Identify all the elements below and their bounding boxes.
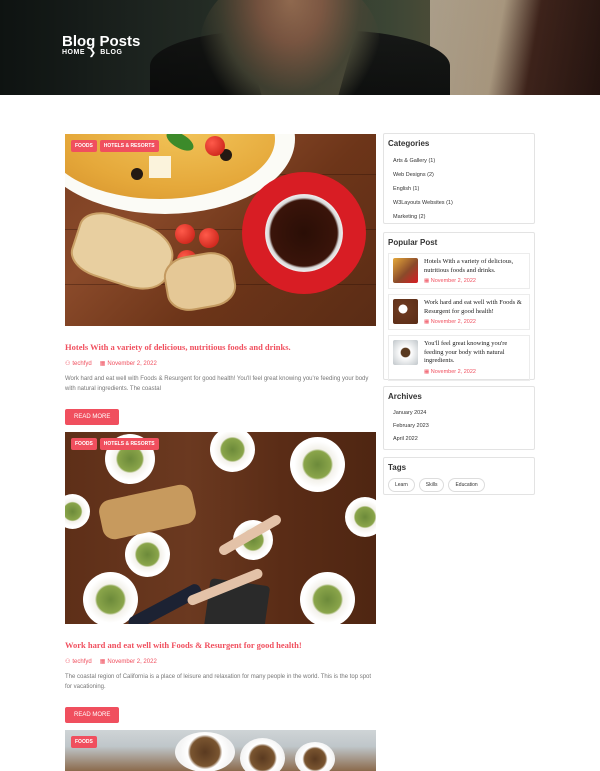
category-badge[interactable]: FOODS (71, 438, 97, 450)
category-link[interactable]: Marketing (2) (388, 210, 530, 224)
breadcrumb-home[interactable]: HOME (62, 49, 85, 56)
calendar-icon: ▦ (99, 361, 106, 367)
tag-pill[interactable]: Skills (418, 478, 445, 492)
post-image[interactable]: FOODS HOTELS & RESORTS (65, 432, 376, 624)
popular-post-item[interactable]: Hotels With a variety of delicious, nutr… (388, 253, 530, 289)
post-image[interactable]: FOODS HOTELS & RESORTS (65, 134, 376, 326)
popular-post-item[interactable]: You'll feel great knowing you're feeding… (388, 335, 530, 381)
popular-post-date: ▦ November 2, 2022 (424, 278, 476, 284)
popular-post-title[interactable]: Hotels With a variety of delicious, nutr… (424, 258, 525, 275)
tag-pill[interactable]: Education (448, 478, 485, 492)
breadcrumb: HOME ❯ BLOG (62, 48, 122, 57)
blog-post: FOODS HOTELS & RESORTS Hotels With a var… (65, 134, 376, 425)
blog-post: FOODS (65, 730, 376, 771)
chevron-right-icon: ❯ (89, 48, 97, 57)
category-badge[interactable]: HOTELS & RESORTS (99, 438, 159, 450)
popular-post-item[interactable]: Work hard and eat well with Foods & Resu… (388, 294, 530, 330)
popular-post-date: ▦ November 2, 2022 (424, 319, 476, 325)
tags-widget: Tags Learn Skills Education (383, 457, 535, 495)
category-badge[interactable]: FOODS (71, 736, 97, 748)
user-icon: ⚇ (65, 361, 71, 367)
calendar-icon: ▦ (424, 319, 431, 325)
widget-title: Tags (388, 463, 407, 472)
tag-pill[interactable]: Learn (388, 478, 415, 492)
popular-post-title[interactable]: Work hard and eat well with Foods & Resu… (424, 299, 525, 316)
calendar-icon: ▦ (424, 368, 431, 375)
read-more-button[interactable]: READ MORE (65, 409, 120, 425)
category-link[interactable]: English (1) (388, 182, 530, 196)
post-date: November 2, 2022 (107, 361, 157, 367)
category-link[interactable]: Web Designs (2) (388, 168, 530, 182)
popular-post-title[interactable]: You'll feel great knowing you're feeding… (424, 340, 525, 366)
category-link[interactable]: Arts & Gallery (1) (388, 154, 530, 168)
calendar-icon: ▦ (424, 278, 431, 284)
post-excerpt: Work hard and eat well with Foods & Resu… (65, 376, 369, 392)
widget-title: Popular Post (388, 238, 438, 247)
calendar-icon: ▦ (99, 659, 106, 665)
breadcrumb-current: BLOG (100, 49, 123, 56)
category-link[interactable]: W3Layouts Websites (1) (388, 196, 530, 210)
post-thumbnail[interactable] (393, 340, 418, 365)
post-thumbnail[interactable] (393, 299, 418, 324)
widget-title: Archives (388, 392, 422, 401)
post-author[interactable]: techfyd (72, 361, 91, 367)
post-author[interactable]: techfyd (72, 659, 91, 665)
post-title[interactable]: Hotels With a variety of delicious, nutr… (65, 342, 376, 352)
post-title[interactable]: Work hard and eat well with Foods & Resu… (65, 640, 376, 650)
post-thumbnail[interactable] (393, 258, 418, 283)
archive-link[interactable]: April 2022 (388, 433, 530, 446)
categories-widget: Categories Arts & Gallery (1) Web Design… (383, 133, 535, 224)
post-excerpt: The coastal region of California is a pl… (65, 674, 372, 690)
blog-post: FOODS HOTELS & RESORTS Work hard and eat… (65, 432, 376, 723)
category-badge[interactable]: HOTELS & RESORTS (99, 140, 159, 152)
category-badge[interactable]: FOODS (71, 140, 97, 152)
archives-widget: Archives January 2024 February 2023 Apri… (383, 386, 535, 450)
post-image[interactable]: FOODS (65, 730, 376, 771)
post-date: November 2, 2022 (107, 659, 157, 665)
archive-link[interactable]: February 2023 (388, 420, 530, 433)
widget-title: Categories (388, 139, 430, 148)
archive-link[interactable]: January 2024 (388, 407, 530, 420)
post-meta: ⚇ techfyd ▦ November 2, 2022 (65, 658, 376, 665)
read-more-button[interactable]: READ MORE (65, 707, 120, 723)
popular-post-date: ▦ November 2, 2022 (424, 368, 476, 375)
post-meta: ⚇ techfyd ▦ November 2, 2022 (65, 360, 376, 367)
hero-banner: Blog Posts HOME ❯ BLOG (0, 0, 600, 95)
popular-posts-widget: Popular Post Hotels With a variety of de… (383, 232, 535, 381)
user-icon: ⚇ (65, 659, 71, 665)
